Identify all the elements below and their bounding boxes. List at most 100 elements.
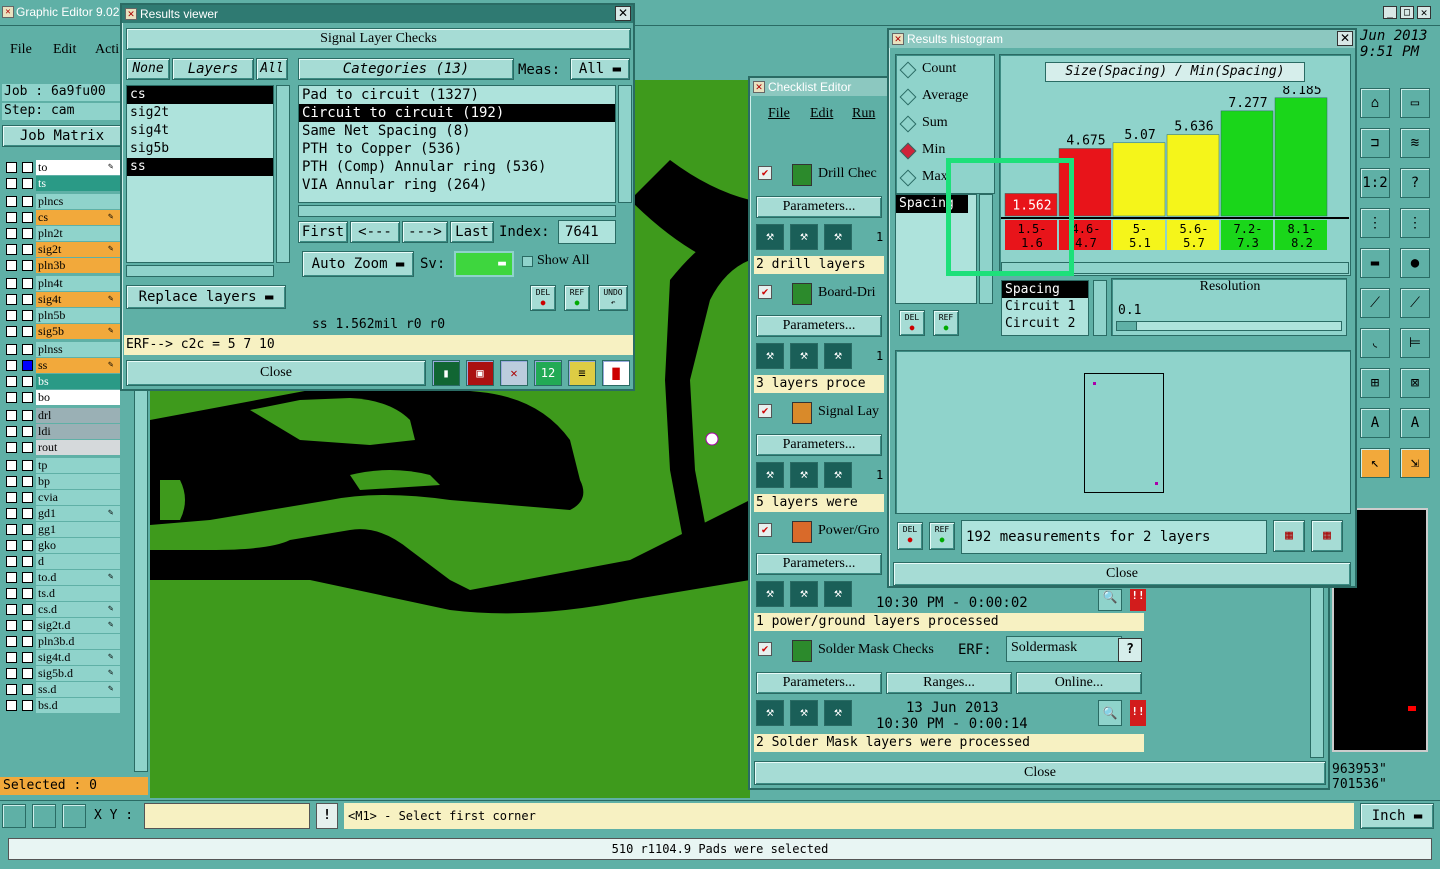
layer-checkbox[interactable] [6,344,17,355]
layer-checkbox[interactable] [6,278,17,289]
run-action-icon[interactable]: ⚒ [790,343,818,369]
layer-checkbox[interactable] [6,294,17,305]
layer-align-icon[interactable]: ⋮ [1360,208,1390,238]
run-action-icon[interactable]: ⚒ [790,700,818,726]
sv-color-dropdown[interactable]: ▬ [454,251,514,277]
layer-checkbox[interactable] [6,668,17,679]
histogram-icon[interactable]: ▇ [602,360,630,386]
layer-affect-box[interactable] [22,162,33,173]
layer-row-ldi[interactable]: ldi [2,424,149,439]
layer-row-bo[interactable]: bo [2,390,149,405]
layer-affect-box[interactable] [22,360,33,371]
layer-affect-box[interactable] [22,196,33,207]
alert-icon[interactable]: ! [316,803,338,829]
field-select-list[interactable]: Spacing Circuit 1 Circuit 2 [1001,280,1089,336]
layer-affect-box[interactable] [22,572,33,583]
layer-row-tp[interactable]: tp [2,458,149,473]
delete-report-icon[interactable]: ✕ [500,360,528,386]
layer-row-bp[interactable]: bp [2,474,149,489]
prev-button[interactable]: <--- [350,221,400,243]
erf-input[interactable]: Soldermask [1006,636,1122,662]
results-viewer-close-button[interactable]: Close [126,360,426,386]
layer-affect-box[interactable] [22,178,33,189]
histogram-bar[interactable] [1220,110,1274,217]
drc-alt-icon[interactable]: A [1400,408,1430,438]
layer-affect-box[interactable] [22,392,33,403]
categories-vscroll[interactable] [618,85,632,203]
layer-checkbox[interactable] [6,492,17,503]
layer-affect-box[interactable] [22,556,33,567]
category-item[interactable]: Pad to circuit (1327) [299,86,615,104]
maximize-button[interactable]: □ [1400,6,1414,19]
home-icon[interactable]: ⌂ [1360,88,1390,118]
pad-icon[interactable]: ● [1400,248,1430,278]
zoom-result-icon[interactable]: 🔍 [1098,589,1122,611]
layer-row-ss-d[interactable]: ss.d ✎ [2,682,149,697]
parameters-button[interactable]: Parameters... [756,553,882,575]
layer-row-gg1[interactable]: gg1 [2,522,149,537]
layer-checkbox[interactable] [6,460,17,471]
layer-checkbox[interactable] [6,228,17,239]
step-icon[interactable]: 12 [534,360,562,386]
first-button[interactable]: First [298,221,348,243]
histogram-ref-button[interactable]: REF ● [933,310,959,336]
run-action-icon[interactable]: ⚒ [790,581,818,607]
snap-icon[interactable]: ≋ [1400,128,1430,158]
checklist-menu-edit[interactable]: Edit [810,106,833,122]
job-matrix-button[interactable]: Job Matrix [2,125,122,147]
error-flag-icon[interactable]: !! [1130,700,1146,726]
category-item[interactable]: VIA Annular ring (264) [299,176,615,194]
layer-option-cs[interactable]: cs [127,86,273,104]
none-button[interactable]: None [126,58,170,80]
replace-layers-button[interactable]: Replace layers ▬ [126,285,286,309]
index-input[interactable]: 7641 [558,220,616,244]
step-icon[interactable]: ⊐ [1360,128,1390,158]
layer-affect-box[interactable] [22,508,33,519]
layer-checkbox[interactable] [6,604,17,615]
category-item[interactable]: PTH to Copper (536) [299,140,615,158]
auto-zoom-dropdown[interactable]: Auto Zoom ▬ [302,251,414,277]
field-option[interactable]: Circuit 1 [1002,298,1088,315]
layer-checkbox[interactable] [6,360,17,371]
layer-checkbox[interactable] [6,524,17,535]
layer-checkbox[interactable] [6,442,17,453]
layer-checkbox[interactable] [6,410,17,421]
zoom-result-icon[interactable]: 🔍 [1098,700,1122,726]
checklist-menu-run[interactable]: Run [852,106,875,122]
all-button[interactable]: All [256,58,288,80]
layer-affect-box[interactable] [22,460,33,471]
layer-row-sig2t-d[interactable]: sig2t.d ✎ [2,618,149,633]
layer-affect-box[interactable] [22,426,33,437]
check-enabled-checkbox[interactable]: ✔ [758,285,772,299]
layer-affect-box[interactable] [22,294,33,305]
layer-checkbox[interactable] [6,572,17,583]
parameters-button[interactable]: Parameters... [756,196,882,218]
run-action-icon[interactable]: ⚒ [756,581,784,607]
layer-row-bs-d[interactable]: bs.d [2,698,149,713]
erf-help-icon[interactable]: ? [1118,638,1142,662]
layers-tab[interactable]: Layers [172,58,254,80]
layer-checkbox[interactable] [6,392,17,403]
next-button[interactable]: ---> [402,221,448,243]
grid-icon[interactable] [62,804,86,828]
run-action-icon[interactable]: ⚒ [824,343,852,369]
parameters-button[interactable]: Parameters... [756,672,882,694]
help-icon[interactable]: ? [1400,168,1430,198]
histogram-close-icon[interactable]: ✕ [1337,31,1353,46]
preview-ref-button[interactable]: REF ● [929,522,955,550]
layer-checkbox[interactable] [6,310,17,321]
results-viewer-close-icon[interactable]: ✕ [615,6,631,21]
layer-list-vscroll[interactable] [276,85,290,263]
layer-row-rout[interactable]: rout [2,440,149,455]
preview-del-button[interactable]: DEL ● [897,522,923,550]
histogram-del-button[interactable]: DEL ● [899,310,925,336]
parameters-button[interactable]: Parameters... [756,434,882,456]
field-option[interactable]: Circuit 2 [1002,315,1088,332]
resolution-slider-thumb[interactable] [1117,322,1137,330]
ranges-button[interactable]: Ranges... [886,672,1012,694]
connect-icon[interactable]: ⊠ [1400,368,1430,398]
categories-list[interactable]: Pad to circuit (1327) Circuit to circuit… [298,85,616,203]
category-item[interactable]: Same Net Spacing (8) [299,122,615,140]
categories-header[interactable]: Categories (13) [298,58,514,80]
layer-row-cs-d[interactable]: cs.d ✎ [2,602,149,617]
